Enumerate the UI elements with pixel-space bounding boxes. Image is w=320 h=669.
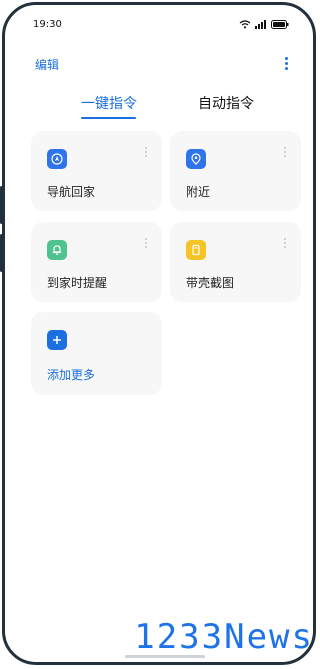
tab-one-click[interactable]: 一键指令 xyxy=(81,93,137,113)
plus-icon xyxy=(47,330,67,350)
status-bar: 19:30 xyxy=(33,19,289,33)
card-nearby[interactable]: 附近 xyxy=(170,131,301,211)
card-menu-icon[interactable] xyxy=(145,147,148,159)
card-arrive-home-reminder[interactable]: 到家时提醒 xyxy=(31,222,162,302)
edit-button[interactable]: 编辑 xyxy=(35,56,59,73)
card-label: 导航回家 xyxy=(47,185,96,199)
bell-icon xyxy=(47,240,67,260)
card-navigate-home[interactable]: 导航回家 xyxy=(31,131,162,211)
add-more-label: 添加更多 xyxy=(47,368,96,382)
card-label: 带壳截图 xyxy=(186,276,235,290)
card-framed-screenshot[interactable]: 带壳截图 xyxy=(170,222,301,302)
more-options-icon[interactable] xyxy=(281,57,291,71)
signal-icon xyxy=(255,20,266,29)
card-label: 到家时提醒 xyxy=(47,276,108,290)
active-tab-indicator xyxy=(81,117,136,119)
card-menu-icon[interactable] xyxy=(284,147,287,159)
card-label: 附近 xyxy=(186,185,211,199)
wifi-icon xyxy=(239,20,251,29)
location-pin-icon xyxy=(186,149,206,169)
card-menu-icon[interactable] xyxy=(145,238,148,250)
tab-automatic[interactable]: 自动指令 xyxy=(198,93,254,113)
card-add-more[interactable]: 添加更多 xyxy=(31,312,162,395)
card-menu-icon[interactable] xyxy=(284,238,287,250)
tab-bar: 一键指令 自动指令 xyxy=(5,93,313,123)
status-time: 19:30 xyxy=(33,19,62,30)
battery-icon xyxy=(271,20,289,29)
phone-frame: 19:30 编辑 一键指令 自动指令 导航回家 附近 到家时提醒 带壳截图 添加… xyxy=(2,2,316,665)
navigation-icon xyxy=(47,149,67,169)
screenshot-icon xyxy=(186,240,206,260)
watermark-logo: 1233News xyxy=(134,617,314,657)
status-icons xyxy=(239,20,289,29)
